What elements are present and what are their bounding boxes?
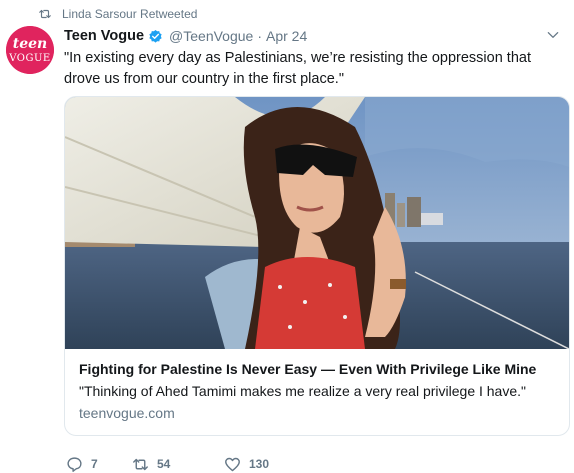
- author-handle[interactable]: @TeenVogue: [169, 28, 253, 44]
- header-separator: ·: [257, 28, 262, 44]
- retweet-icon: [133, 458, 148, 470]
- author-name[interactable]: Teen Vogue: [64, 28, 144, 44]
- svg-text:teen: teen: [13, 36, 47, 52]
- chevron-down-icon[interactable]: [546, 28, 560, 42]
- tweet-text: "In existing every day as Palestinians, …: [64, 50, 531, 87]
- verified-badge-icon: [149, 29, 162, 43]
- card-body: Fighting for Palestine Is Never Easy — E…: [79, 359, 557, 423]
- card-image: [65, 97, 569, 349]
- avatar[interactable]: teen VOGUE: [6, 26, 54, 74]
- svg-text:VOGUE: VOGUE: [8, 53, 50, 64]
- like-button[interactable]: 130: [224, 456, 304, 473]
- retweet-button[interactable]: 54: [132, 456, 224, 473]
- reply-button[interactable]: 7: [66, 456, 132, 473]
- card-domain[interactable]: teenvogue.com: [79, 403, 557, 423]
- tweet-date[interactable]: Apr 24: [266, 28, 307, 44]
- heart-icon: [225, 457, 240, 471]
- retweet-context-label[interactable]: Linda Sarsour Retweeted: [62, 7, 197, 21]
- reply-icon: [67, 456, 82, 472]
- retweet-icon: [39, 9, 51, 19]
- tweet-actions: 7 54 130: [66, 455, 304, 473]
- retweet-count: 54: [157, 457, 171, 471]
- tweet-header: Teen Vogue @TeenVogue · Apr 24: [64, 26, 560, 46]
- card-title[interactable]: Fighting for Palestine Is Never Easy — E…: [79, 359, 557, 379]
- card-description: "Thinking of Ahed Tamimi makes me realiz…: [79, 383, 526, 399]
- teen-vogue-logo: teen VOGUE: [6, 26, 54, 74]
- retweet-context: Linda Sarsour Retweeted: [38, 6, 197, 22]
- link-card[interactable]: Fighting for Palestine Is Never Easy — E…: [64, 96, 570, 436]
- like-count: 130: [249, 457, 270, 471]
- reply-count: 7: [91, 457, 98, 471]
